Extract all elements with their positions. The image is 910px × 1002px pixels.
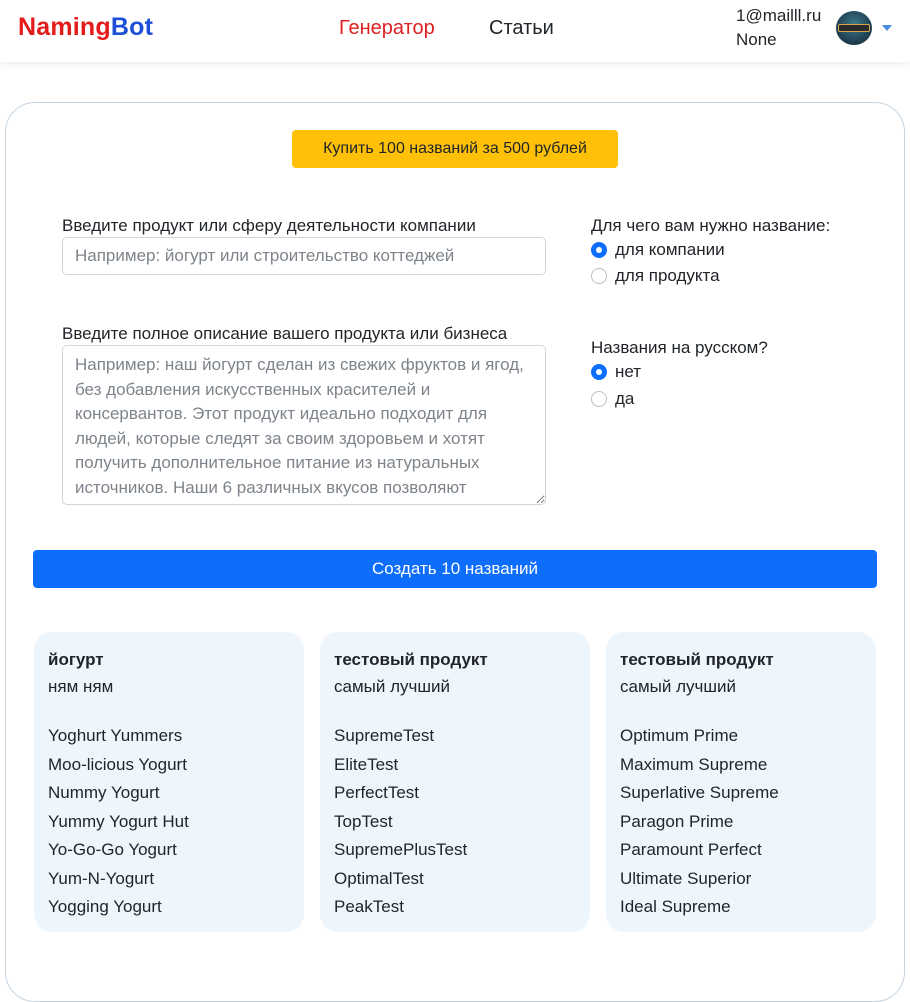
result-names-list: Yoghurt Yummers Moo-licious Yogurt Nummy… [48,726,290,926]
list-item: Yoghurt Yummers [48,726,183,745]
result-card: тестовый продукт самый лучший SupremeTes… [320,632,590,932]
list-item: PerfectTest [334,783,420,802]
description-textarea[interactable] [62,345,546,505]
nav-link-articles[interactable]: Статьи [489,17,554,40]
result-names-list: Optimum Prime Maximum Supreme Superlativ… [620,726,862,926]
result-names-list: SupremeTest EliteTest PerfectTest TopTes… [334,726,576,926]
radio-label: нет [615,362,642,381]
chevron-down-icon[interactable] [882,25,892,31]
product-label: Введите продукт или сферу деятельности к… [62,216,476,235]
list-item: TopTest [334,811,393,831]
result-title: тестовый продукт [620,650,774,669]
nav-link-generator[interactable]: Генератор [339,17,435,40]
list-item: Superlative Supreme [620,783,779,802]
result-description: самый лучший [334,677,450,696]
radio-label: для продукта [615,266,720,285]
list-item: Yum-N-Yogurt [48,868,155,888]
list-item: EliteTest [334,754,399,774]
list-item: Paramount Perfect [620,840,762,859]
user-email: 1@mailll.ru [736,6,822,25]
list-item: Maximum Supreme [620,754,768,774]
radio-button[interactable] [591,268,607,284]
result-card: тестовый продукт самый лучший Optimum Pr… [606,632,876,932]
result-description: ням ням [48,677,114,696]
purpose-label: Для чего вам нужно название: [591,216,831,235]
list-item: SupremeTest [334,726,435,745]
list-item: Optimum Prime [620,726,739,745]
brand-part-naming: Naming [18,13,111,41]
result-title: тестовый продукт [334,650,488,669]
radio-button[interactable] [591,391,607,407]
radio-russian-yes[interactable]: да [591,388,634,410]
radio-button[interactable] [591,364,607,380]
list-item: Paragon Prime [620,811,734,831]
russian-label: Названия на русском? [591,338,768,357]
avatar[interactable] [836,11,872,45]
radio-button[interactable] [591,242,607,258]
result-title: йогурт [48,650,104,669]
list-item: Yummy Yogurt Hut [48,811,189,831]
radio-label: да [615,389,635,408]
list-item: PeakTest [334,897,404,916]
list-item: Moo-licious Yogurt [48,754,187,774]
product-input[interactable] [62,237,546,275]
brand-part-bot: Bot [110,13,154,41]
radio-purpose-product[interactable]: для продукта [591,265,720,287]
radio-label: для компании [615,240,725,259]
list-item: Yo-Go-Go Yogurt [48,840,177,859]
list-item: Nummy Yogurt [48,783,160,802]
list-item: Yogging Yogurt [48,897,162,916]
navbar: NamingBot Генератор Статьи 1@mailll.ru N… [0,0,910,62]
create-names-button[interactable]: Создать 10 названий [33,550,877,588]
description-label: Введите полное описание вашего продукта … [62,324,508,343]
radio-purpose-company[interactable]: для компании [591,239,725,261]
list-item: Ideal Supreme [620,897,731,916]
result-card: йогурт ням ням Yoghurt Yummers Moo-licio… [34,632,304,932]
brand-logo[interactable]: NamingBot [18,13,153,42]
list-item: OptimalTest [334,868,424,888]
user-subtitle: None [736,30,777,49]
buy-names-button[interactable]: Купить 100 названий за 500 рублей [292,130,618,168]
radio-russian-no[interactable]: нет [591,361,641,383]
result-description: самый лучший [620,677,736,696]
list-item: Ultimate Superior [620,868,752,888]
list-item: SupremePlusTest [334,840,468,859]
